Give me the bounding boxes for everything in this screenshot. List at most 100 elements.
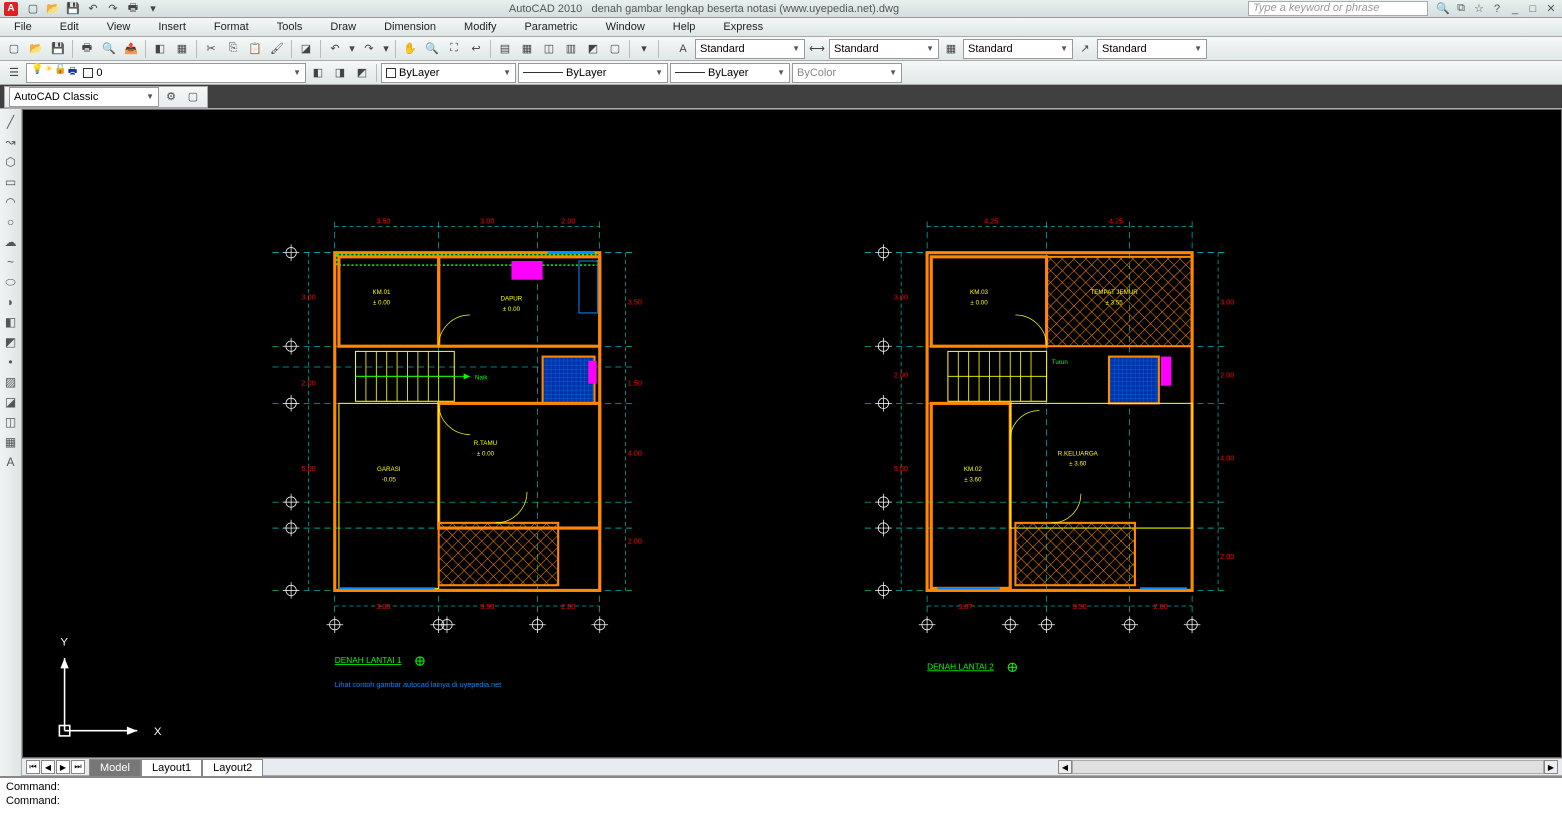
tp-icon[interactable]: ◫ [539, 39, 559, 59]
table-icon[interactable]: ▦ [2, 433, 20, 451]
max-doc-icon[interactable]: □ [1526, 2, 1540, 16]
redo-drop-icon[interactable]: ▾ [381, 39, 391, 59]
sheet-icon[interactable]: ▦ [172, 39, 192, 59]
mtext-icon[interactable]: A [2, 453, 20, 471]
qcalc-icon[interactable]: ▢ [605, 39, 625, 59]
spline-icon[interactable]: ~ [2, 253, 20, 271]
menu-view[interactable]: View [93, 18, 145, 36]
copy-icon[interactable]: ⎘ [223, 39, 243, 59]
block-make-icon[interactable]: ◩ [2, 333, 20, 351]
block-icon[interactable]: ◪ [296, 39, 316, 59]
revcloud-icon[interactable]: ☁ [2, 233, 20, 251]
open-icon[interactable]: 📂 [46, 2, 60, 16]
print-icon[interactable]: 🖶 [126, 2, 140, 16]
ws-gear-icon[interactable]: ⚙ [161, 87, 181, 107]
undo-drop-icon[interactable]: ▾ [347, 39, 357, 59]
lineweight-select[interactable]: ByLayer▼ [670, 63, 790, 83]
save-icon[interactable]: 💾 [66, 2, 80, 16]
zoomrt-icon[interactable]: 🔍 [422, 39, 442, 59]
textstyle-icon[interactable]: A [673, 39, 693, 59]
dc-icon[interactable]: ▦ [517, 39, 537, 59]
preview-icon[interactable]: 🔍 [99, 39, 119, 59]
model-viewport[interactable]: X Y [22, 109, 1562, 758]
menu-window[interactable]: Window [592, 18, 659, 36]
app-logo-icon[interactable]: A [4, 2, 18, 16]
zoomwin-icon[interactable]: ⛶ [444, 39, 464, 59]
undo2-icon[interactable]: ↶ [325, 39, 345, 59]
help-search-input[interactable]: Type a keyword or phrase [1248, 1, 1428, 16]
arc-icon[interactable]: ◠ [2, 193, 20, 211]
layer-mgr-icon[interactable]: ☰ [4, 63, 24, 83]
layer-state-icon[interactable]: ◧ [308, 63, 328, 83]
menu-edit[interactable]: Edit [46, 18, 93, 36]
pan-icon[interactable]: ✋ [400, 39, 420, 59]
subscr-icon[interactable]: ⧉ [1454, 2, 1468, 16]
line-icon[interactable]: ╱ [2, 113, 20, 131]
tab-layout2[interactable]: Layout2 [202, 759, 263, 776]
markup-icon[interactable]: ◩ [583, 39, 603, 59]
open-icon[interactable]: 📂 [26, 39, 46, 59]
mlstyle-icon[interactable]: ↗ [1075, 39, 1095, 59]
tab-layout1[interactable]: Layout1 [141, 759, 202, 776]
menu-parametric[interactable]: Parametric [510, 18, 591, 36]
layer-prev-icon[interactable]: ◨ [330, 63, 350, 83]
menu-format[interactable]: Format [200, 18, 263, 36]
table-style-select[interactable]: Standard▼ [963, 39, 1073, 59]
zoomprev-icon[interactable]: ↩ [466, 39, 486, 59]
qnew-icon[interactable]: ▢ [4, 39, 24, 59]
save-icon[interactable]: 💾 [48, 39, 68, 59]
min-doc-icon[interactable]: _ [1508, 2, 1522, 16]
layer-select[interactable]: 💡 ☀ 🔓 🖶 0▼ [26, 63, 306, 83]
ellipse-icon[interactable]: ⬭ [2, 273, 20, 291]
dim-style-select[interactable]: Standard▼ [829, 39, 939, 59]
menu-express[interactable]: Express [709, 18, 777, 36]
workspace-select[interactable]: AutoCAD Classic▼ [9, 87, 159, 107]
hscroll-right-icon[interactable]: ▶ [1544, 760, 1558, 774]
tablestyle-icon[interactable]: ▦ [941, 39, 961, 59]
gradient-icon[interactable]: ◪ [2, 393, 20, 411]
menu-insert[interactable]: Insert [144, 18, 200, 36]
text-style-select[interactable]: Standard▼ [695, 39, 805, 59]
hscroll-track[interactable] [1072, 760, 1544, 774]
tab-prev-icon[interactable]: ◀ [41, 760, 55, 774]
cui-icon[interactable]: ▾ [634, 39, 654, 59]
ellipsearc-icon[interactable]: ◗ [2, 293, 20, 311]
dimstyle-icon[interactable]: ⟷ [807, 39, 827, 59]
linetype-select[interactable]: ByLayer▼ [518, 63, 668, 83]
ws-lock-icon[interactable]: ▢ [183, 87, 203, 107]
color-select[interactable]: ByLayer▼ [381, 63, 516, 83]
tab-next-icon[interactable]: ▶ [56, 760, 70, 774]
comm-icon[interactable]: ☆ [1472, 2, 1486, 16]
prop-icon[interactable]: ▤ [495, 39, 515, 59]
redo-icon[interactable]: ↷ [106, 2, 120, 16]
ssm-icon[interactable]: ▥ [561, 39, 581, 59]
redo2-icon[interactable]: ↷ [359, 39, 379, 59]
help-icon[interactable]: ? [1490, 2, 1504, 16]
3ddwf-icon[interactable]: ◧ [150, 39, 170, 59]
circle-icon[interactable]: ○ [2, 213, 20, 231]
point-icon[interactable]: • [2, 353, 20, 371]
cut-icon[interactable]: ✂ [201, 39, 221, 59]
tab-model[interactable]: Model [89, 759, 141, 776]
region-icon[interactable]: ◫ [2, 413, 20, 431]
mleader-style-select[interactable]: Standard▼ [1097, 39, 1207, 59]
hscroll-left-icon[interactable]: ◀ [1058, 760, 1072, 774]
new-icon[interactable]: ▢ [26, 2, 40, 16]
polygon-icon[interactable]: ⬡ [2, 153, 20, 171]
search-icon[interactable]: 🔍 [1436, 2, 1450, 16]
menu-dimension[interactable]: Dimension [370, 18, 450, 36]
qat-dropdown-icon[interactable]: ▾ [146, 2, 160, 16]
hatch-icon[interactable]: ▨ [2, 373, 20, 391]
menu-draw[interactable]: Draw [316, 18, 370, 36]
paste-icon[interactable]: 📋 [245, 39, 265, 59]
rect-icon[interactable]: ▭ [2, 173, 20, 191]
menu-modify[interactable]: Modify [450, 18, 510, 36]
pline-icon[interactable]: ↝ [2, 133, 20, 151]
menu-file[interactable]: File [0, 18, 46, 36]
undo-icon[interactable]: ↶ [86, 2, 100, 16]
layer-iso-icon[interactable]: ◩ [352, 63, 372, 83]
menu-tools[interactable]: Tools [263, 18, 317, 36]
publish-icon[interactable]: 📤 [121, 39, 141, 59]
tab-last-icon[interactable]: ⏭ [71, 760, 85, 774]
menu-help[interactable]: Help [659, 18, 710, 36]
